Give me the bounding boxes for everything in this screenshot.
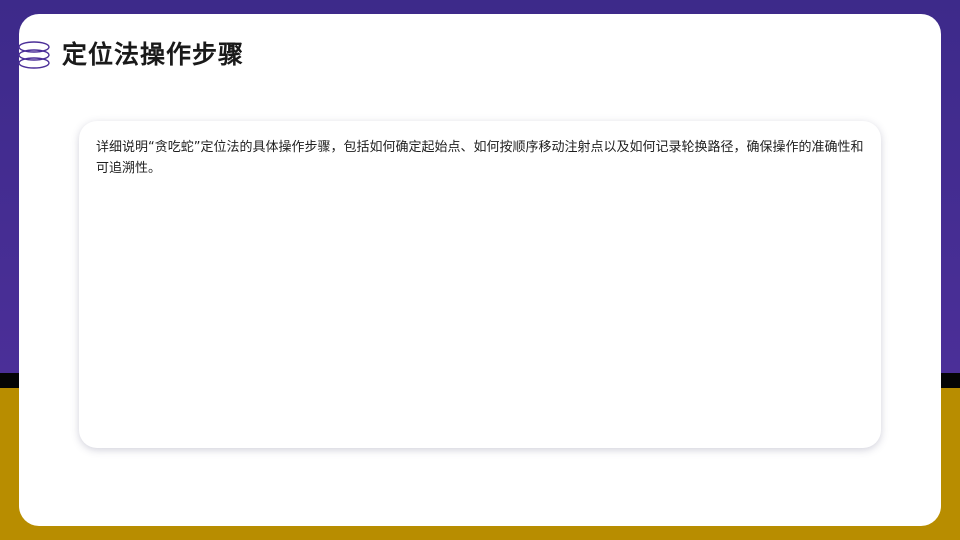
content-paragraph: 详细说明“贪吃蛇”定位法的具体操作步骤，包括如何确定起始点、如何按顺序移动注射点…	[96, 140, 864, 176]
slide-title: 定位法操作步骤	[62, 40, 245, 69]
content-box: 详细说明“贪吃蛇”定位法的具体操作步骤，包括如何确定起始点、如何按顺序移动注射点…	[79, 121, 881, 448]
ring-stack-icon	[18, 41, 50, 69]
